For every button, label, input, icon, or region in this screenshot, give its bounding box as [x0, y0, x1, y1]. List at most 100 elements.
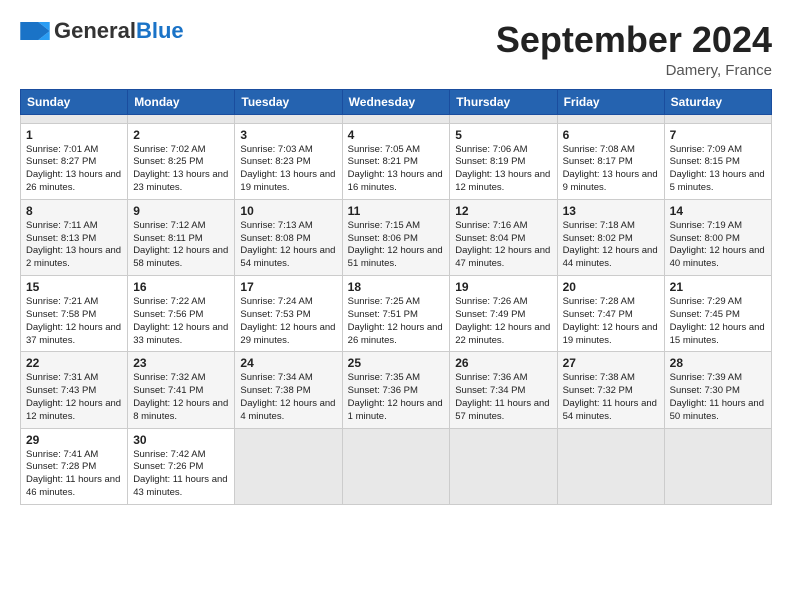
cell-content: Sunrise: 7:18 AMSunset: 8:02 PMDaylight:… [563, 220, 659, 271]
daylight-text: Daylight: 12 hours and 47 minutes. [455, 245, 550, 269]
sunset-text: Sunset: 8:23 PM [240, 156, 310, 167]
cell-content: Sunrise: 7:09 AMSunset: 8:15 PM Daylight:… [670, 144, 766, 195]
cell-content: Sunrise: 7:08 AMSunset: 8:17 PM Daylight:… [563, 144, 659, 195]
table-row: 5 Sunrise: 7:06 AMSunset: 8:19 PMDaylight… [450, 123, 557, 199]
day-number: 1 [26, 128, 122, 142]
daylight-text: Daylight: 13 hours and 2 minutes. [26, 245, 121, 269]
daylight-text: Daylight: 13 hours and 19 minutes. [240, 169, 335, 193]
sunset-text: Sunset: 8:15 PM [670, 156, 740, 167]
table-row: 13Sunrise: 7:18 AMSunset: 8:02 PMDayligh… [557, 199, 664, 275]
table-row: 4Sunrise: 7:05 AMSunset: 8:21 PMDaylight… [342, 123, 450, 199]
table-row [450, 114, 557, 123]
day-number: 18 [348, 280, 445, 294]
cell-content: Sunrise: 7:38 AMSunset: 7:32 PMDaylight:… [563, 372, 659, 423]
daylight-text: Daylight: 13 hours and 12 minutes. [455, 169, 550, 193]
sunset-text: Sunset: 7:30 PM [670, 385, 740, 396]
calendar-week-row [21, 114, 772, 123]
day-number: 16 [133, 280, 229, 294]
sunset-text: Sunset: 8:06 PM [348, 233, 418, 244]
daylight-text: Daylight: 12 hours and 33 minutes. [133, 322, 228, 346]
table-row: 16Sunrise: 7:22 AMSunset: 7:56 PMDayligh… [128, 276, 235, 352]
day-number: 19 [455, 280, 551, 294]
col-sunday: Sunday [21, 89, 128, 114]
day-number: 2 [133, 128, 229, 142]
cell-content: Sunrise: 7:24 AMSunset: 7:53 PMDaylight:… [240, 296, 336, 347]
col-wednesday: Wednesday [342, 89, 450, 114]
sunset-text: Sunset: 7:53 PM [240, 309, 310, 320]
sunset-text: Sunset: 8:17 PM [563, 156, 633, 167]
cell-content: Sunrise: 7:25 AMSunset: 7:51 PMDaylight:… [348, 296, 445, 347]
day-number: 15 [26, 280, 122, 294]
daylight-text: Daylight: 13 hours and 9 minutes. [563, 169, 658, 193]
table-row: 2 Sunrise: 7:02 AMSunset: 8:25 PM Daylight… [128, 123, 235, 199]
daylight-text: Daylight: 12 hours and 44 minutes. [563, 245, 658, 269]
calendar-week-row: 8Sunrise: 7:11 AMSunset: 8:13 PMDaylight… [21, 199, 772, 275]
sunset-text: Sunset: 7:43 PM [26, 385, 96, 396]
sunset-text: Sunset: 8:19 PM [455, 156, 525, 167]
calendar-header-row: Sunday Monday Tuesday Wednesday Thursday… [21, 89, 772, 114]
day-number: 27 [563, 356, 659, 370]
cell-content: Sunrise: 7:05 AMSunset: 8:21 PMDaylight:… [348, 144, 445, 195]
sunset-text: Sunset: 8:08 PM [240, 233, 310, 244]
sunrise-text: Sunrise: 7:42 AM [133, 449, 205, 460]
sunset-text: Sunset: 7:45 PM [670, 309, 740, 320]
day-number: 26 [455, 356, 551, 370]
table-row [664, 114, 771, 123]
cell-content: Sunrise: 7:06 AMSunset: 8:19 PMDaylight:… [455, 144, 551, 195]
daylight-text: Daylight: 13 hours and 16 minutes. [348, 169, 443, 193]
daylight-text: Daylight: 13 hours and 26 minutes. [26, 169, 121, 193]
col-monday: Monday [128, 89, 235, 114]
sunrise-text: Sunrise: 7:25 AM [348, 296, 420, 307]
sunrise-text: Sunrise: 7:08 AM [563, 144, 635, 155]
sunset-text: Sunset: 7:49 PM [455, 309, 525, 320]
daylight-text: Daylight: 11 hours and 57 minutes. [455, 398, 549, 422]
title-block: September 2024 Damery, France [496, 20, 772, 79]
calendar-table: Sunday Monday Tuesday Wednesday Thursday… [20, 89, 772, 505]
daylight-text: Daylight: 12 hours and 54 minutes. [240, 245, 335, 269]
sunrise-text: Sunrise: 7:31 AM [26, 372, 98, 383]
sunset-text: Sunset: 7:51 PM [348, 309, 418, 320]
table-row: 1 Sunrise: 7:01 AMSunset: 8:27 PMDaylight… [21, 123, 128, 199]
cell-content: Sunrise: 7:34 AM Sunset: 7:38 PM Daylight:… [240, 372, 336, 423]
day-number: 8 [26, 204, 122, 218]
sunset-text: Sunset: 8:25 PM [133, 156, 203, 167]
cell-content: Sunrise: 7:39 AMSunset: 7:30 PMDaylight:… [670, 372, 766, 423]
sunrise-text: Sunrise: 7:22 AM [133, 296, 205, 307]
sunrise-text: Sunrise: 7:18 AM [563, 220, 635, 231]
table-row [450, 428, 557, 504]
sunrise-text: Sunrise: 7:09 AM [670, 144, 742, 155]
day-number: 17 [240, 280, 336, 294]
sunrise-text: Sunrise: 7:02 AM [133, 144, 205, 155]
sunset-text: Sunset: 7:47 PM [563, 309, 633, 320]
table-row [557, 428, 664, 504]
daylight-text: Daylight: 13 hours and 5 minutes. [670, 169, 765, 193]
daylight-text: Daylight: 13 hours and 23 minutes. [133, 169, 228, 193]
cell-content: Sunrise: 7:36 AMSunset: 7:34 PMDaylight:… [455, 372, 551, 423]
sunset-text: Sunset: 7:36 PM [348, 385, 418, 396]
daylight-text: Daylight: 12 hours and 40 minutes. [670, 245, 765, 269]
sunset-text: Sunset: 7:58 PM [26, 309, 96, 320]
daylight-text: Daylight: 12 hours and 12 minutes. [26, 398, 121, 422]
header: GeneralBlue September 2024 Damery, Franc… [20, 20, 772, 79]
daylight-text: Daylight: 12 hours and 37 minutes. [26, 322, 121, 346]
sunset-text: Sunset: 8:13 PM [26, 233, 96, 244]
cell-content: Sunrise: 7:01 AMSunset: 8:27 PMDaylight:… [26, 144, 122, 195]
cell-content: Sunrise: 7:41 AMSunset: 7:28 PMDaylight:… [26, 449, 122, 500]
daylight-text: Daylight: 12 hours and 4 minutes. [240, 398, 335, 422]
logo-text: GeneralBlue [54, 20, 184, 42]
day-number: 5 [455, 128, 551, 142]
table-row: 22Sunrise: 7:31 AMSunset: 7:43 PMDayligh… [21, 352, 128, 428]
daylight-text: Daylight: 11 hours and 43 minutes. [133, 474, 227, 498]
sunset-text: Sunset: 7:38 PM [240, 385, 310, 396]
table-row: 15Sunrise: 7:21 AMSunset: 7:58 PMDayligh… [21, 276, 128, 352]
table-row: 24Sunrise: 7:34 AMSunset: 7:38 PMDayligh… [235, 352, 342, 428]
logo: GeneralBlue [20, 20, 184, 42]
table-row [235, 114, 342, 123]
col-thursday: Thursday [450, 89, 557, 114]
sunrise-text: Sunrise: 7:34 AM [240, 372, 312, 383]
daylight-text: Daylight: 12 hours and 8 minutes. [133, 398, 228, 422]
sunrise-text: Sunrise: 7:29 AM [670, 296, 742, 307]
table-row: 11Sunrise: 7:15 AMSunset: 8:06 PMDayligh… [342, 199, 450, 275]
sunrise-text: Sunrise: 7:28 AM [563, 296, 635, 307]
col-tuesday: Tuesday [235, 89, 342, 114]
